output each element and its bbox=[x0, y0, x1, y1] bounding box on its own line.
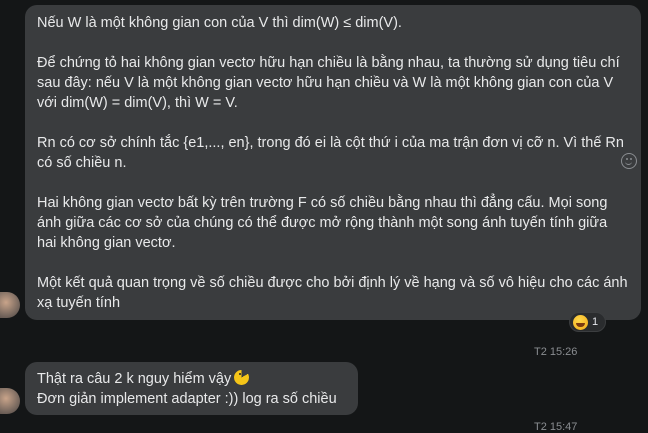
message-timestamp: T2 15:47 bbox=[534, 421, 578, 433]
message-text: Thật ra câu 2 k nguy hiểm vậy bbox=[37, 371, 232, 387]
add-reaction-icon[interactable] bbox=[621, 153, 637, 169]
avatar[interactable] bbox=[0, 388, 20, 414]
message-bubble[interactable]: Thật ra câu 2 k nguy hiểm vậy Đơn giản i… bbox=[25, 362, 358, 415]
pacman-emoji-icon bbox=[234, 370, 250, 385]
message-paragraph: Hai không gian vectơ bất kỳ trên trường … bbox=[37, 195, 608, 251]
reaction-count: 1 bbox=[592, 316, 599, 328]
message-line: Thật ra câu 2 k nguy hiểm vậy bbox=[37, 369, 346, 389]
message-line: Đơn giản implement adapter :)) log ra số… bbox=[37, 391, 337, 407]
message-paragraph: Để chứng tỏ hai không gian vectơ hữu hạn… bbox=[37, 55, 620, 111]
laughing-emoji-icon bbox=[573, 314, 588, 330]
message-bubble[interactable]: Nếu W là một không gian con của V thì di… bbox=[25, 5, 641, 320]
avatar[interactable] bbox=[0, 292, 20, 318]
message-paragraph: Rn có cơ sở chính tắc {e1,..., en}, tron… bbox=[37, 135, 624, 171]
message-paragraph: Nếu W là một không gian con của V thì di… bbox=[37, 15, 402, 31]
message-timestamp: T2 15:26 bbox=[534, 346, 578, 358]
message-paragraph: Một kết quả quan trọng về số chiều được … bbox=[37, 275, 628, 311]
reaction-badge[interactable]: 1 bbox=[569, 312, 606, 332]
